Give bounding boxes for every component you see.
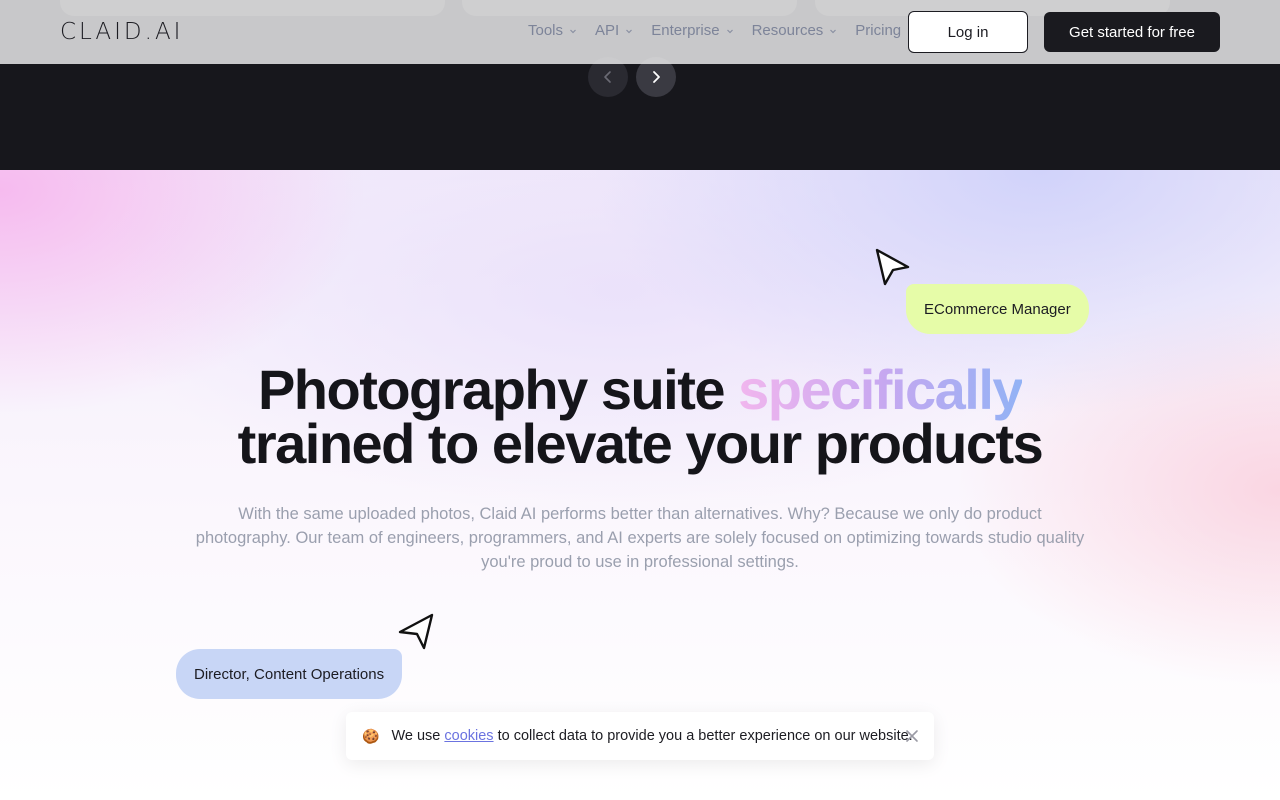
chevron-down-icon [830,29,837,33]
chevron-left-icon [604,71,611,83]
nav-item-resources[interactable]: Resources [752,22,838,39]
nav-item-enterprise[interactable]: Enterprise [651,22,733,39]
hero-headline: Photography suite specifically trained t… [0,362,1280,472]
cookie-text-prefix: We use [391,728,445,744]
close-icon[interactable] [904,728,920,744]
hero-subtext: With the same uploaded photos, Claid AI … [195,505,1085,571]
cursor-arrow-icon [398,613,434,650]
login-button[interactable]: Log in [908,11,1028,53]
tag-ecommerce-manager: ECommerce Manager [906,284,1089,334]
headline-part2: trained to elevate your products [237,412,1044,475]
site-header: CLAID.AI Tools API Enterprise Resources … [0,0,1280,64]
chevron-down-icon [726,29,733,33]
nav-item-label: Resources [751,22,824,39]
chevron-down-icon [570,29,576,33]
cursor-arrow-icon [875,248,910,286]
cookie-banner: 🍪 We use cookies to collect data to prov… [346,712,934,760]
main-nav: Tools API Enterprise Resources Pricing [528,22,919,39]
hero-section: ECommerce Manager Photography suite spec… [0,170,1280,800]
nav-item-label: API [595,22,620,39]
nav-item-label: Pricing [855,22,902,39]
nav-item-api[interactable]: API [595,22,633,39]
cookie-icon: 🍪 [362,727,380,744]
tag-director-content-operations: Director, Content Operations [176,649,403,699]
nav-item-pricing[interactable]: Pricing [855,22,901,39]
chevron-down-icon [626,29,633,33]
cookie-text: We use cookies to collect data to provid… [391,728,912,744]
logo[interactable]: CLAID.AI [60,19,183,45]
nav-item-label: Tools [528,22,564,39]
get-started-button[interactable]: Get started for free [1044,12,1220,52]
cookies-link[interactable]: cookies [444,728,493,744]
nav-item-label: Enterprise [651,22,720,39]
cookie-text-suffix: to collect data to provide you a better … [493,728,913,744]
nav-item-tools[interactable]: Tools [528,22,577,39]
chevron-right-icon [653,71,660,83]
